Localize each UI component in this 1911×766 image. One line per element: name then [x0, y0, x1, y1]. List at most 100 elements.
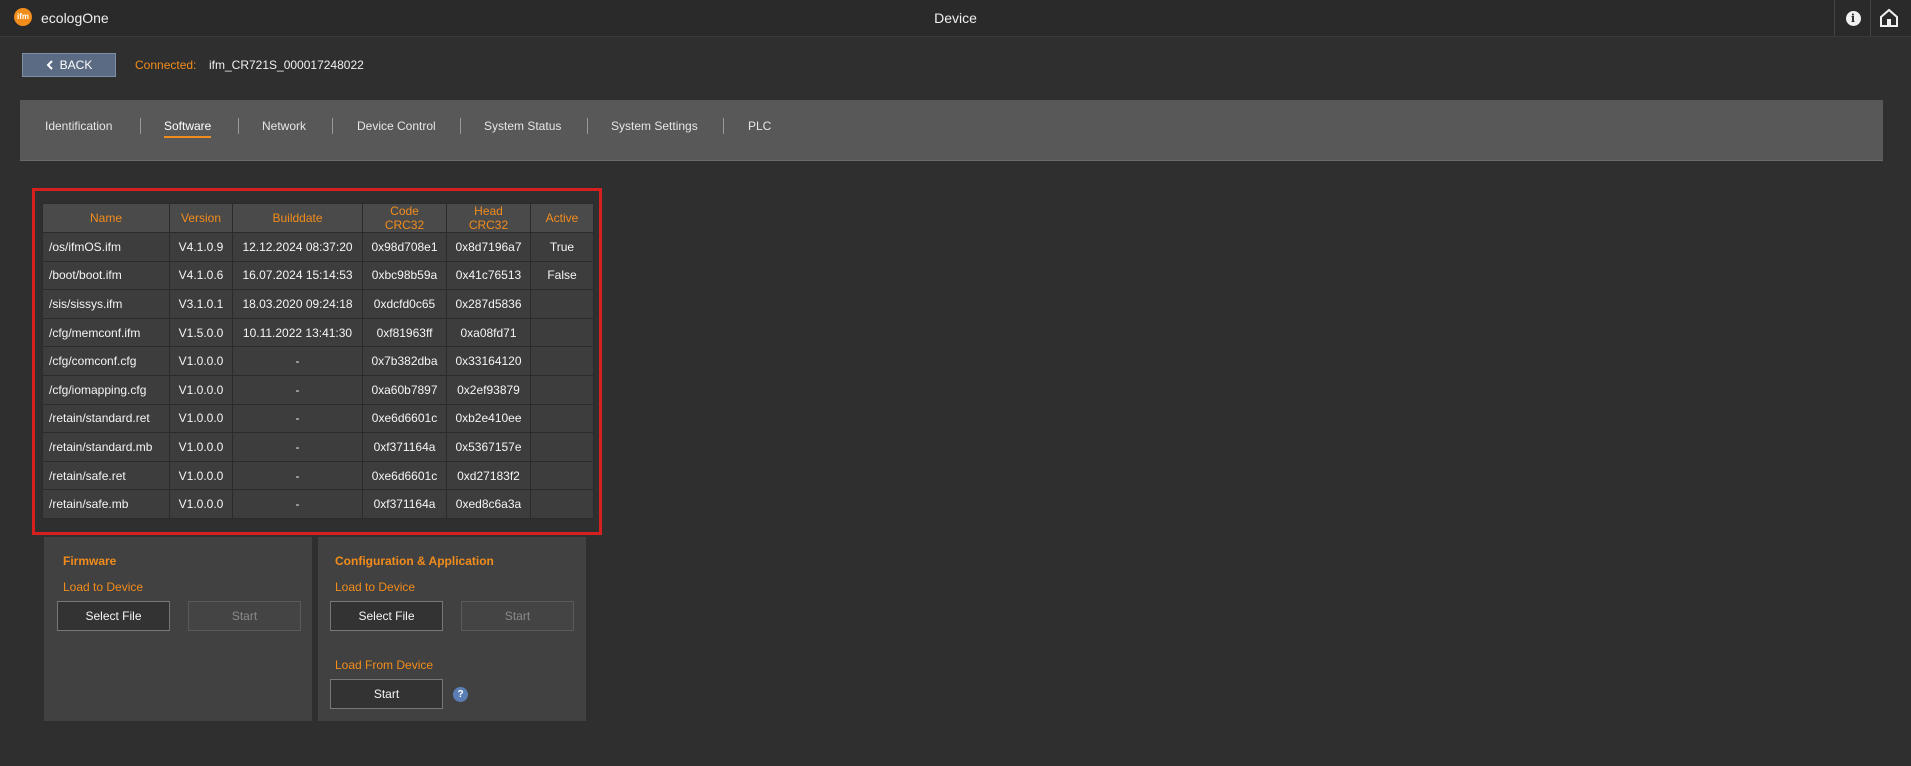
cell-head-crc32: 0xb2e410ee	[446, 403, 531, 434]
cell-active	[530, 403, 594, 434]
cell-builddate: 10.11.2022 13:41:30	[232, 317, 363, 348]
cell-name: /cfg/comconf.cfg	[42, 346, 170, 376]
firmware-select-file-button[interactable]: Select File	[57, 601, 170, 631]
table-row: /cfg/iomapping.cfg V1.0.0.0-0xa60b7897 0x2…	[42, 374, 594, 405]
cell-head-crc32: 0x5367157e	[446, 432, 531, 462]
config-application-title: Configuration & Application	[335, 554, 494, 568]
cell-code-crc32: 0xf81963ff	[362, 317, 447, 348]
config-start-button[interactable]: Start	[461, 601, 574, 631]
cell-name: /sis/sissys.ifm	[42, 289, 170, 319]
cell-active	[530, 374, 594, 405]
table-header-row: Name Version Builddate Code CRC32 Head C…	[42, 203, 594, 233]
cell-active	[530, 289, 594, 319]
cell-name: /cfg/iomapping.cfg	[42, 374, 170, 405]
table-row: /cfg/comconf.cfg V1.0.0.0-0x7b382dba 0x331…	[42, 346, 594, 376]
cell-version: V1.5.0.0	[169, 317, 233, 348]
window-title: Device	[934, 10, 977, 26]
back-button[interactable]: BACK	[22, 53, 116, 77]
cell-head-crc32: 0x8d7196a7	[446, 232, 531, 262]
column-header-code-crc32: Code CRC32	[362, 203, 447, 233]
cell-version: V1.0.0.0	[169, 346, 233, 376]
cell-name: /retain/safe.ret	[42, 460, 170, 491]
column-header-builddate: Builddate	[232, 203, 363, 233]
column-header-head-crc32: Head CRC32	[446, 203, 531, 233]
cell-code-crc32: 0xe6d6601c	[362, 403, 447, 434]
cell-head-crc32: 0x2ef93879	[446, 374, 531, 405]
cell-active: True	[530, 232, 594, 262]
firmware-load-to-device-label: Load to Device	[63, 580, 144, 594]
connected-device: ifm_CR721S_000017248022	[209, 58, 364, 72]
tab-separator	[238, 118, 239, 134]
cell-head-crc32: 0xd27183f2	[446, 460, 531, 491]
column-header-active: Active	[530, 203, 594, 233]
table-row: /retain/safe.mb V1.0.0.0-0xf371164a 0xed8c…	[42, 489, 594, 519]
connected-label: Connected:	[135, 58, 197, 72]
firmware-title: Firmware	[63, 554, 117, 568]
cell-builddate: -	[232, 374, 363, 405]
cell-name: /retain/standard.mb	[42, 432, 170, 462]
firmware-start-button[interactable]: Start	[188, 601, 301, 631]
load-from-device-label: Load From Device	[335, 658, 434, 672]
help-icon[interactable]: ?	[453, 687, 468, 702]
cell-head-crc32: 0x41c76513	[446, 260, 531, 291]
table-row: /os/ifmOS.ifm V4.1.0.9 12.12.2024 08:37:20…	[42, 232, 594, 262]
tab-separator	[723, 118, 724, 134]
table-row: /retain/safe.ret V1.0.0.0-0xe6d6601c 0xd27…	[42, 460, 594, 491]
cell-code-crc32: 0xe6d6601c	[362, 460, 447, 491]
cell-code-crc32: 0xbc98b59a	[362, 260, 447, 291]
config-application-panel: Configuration & Application Load to Devi…	[318, 537, 586, 721]
table-row: /retain/standard.mb V1.0.0.0-0xf371164a 0x…	[42, 432, 594, 462]
table-row: /sis/sissys.ifm V3.1.0.1 18.03.2020 09:24:…	[42, 289, 594, 319]
cell-version: V3.1.0.1	[169, 289, 233, 319]
cell-code-crc32: 0xdcfd0c65	[362, 289, 447, 319]
cell-version: V1.0.0.0	[169, 460, 233, 491]
cell-name: /os/ifmOS.ifm	[42, 232, 170, 262]
tab-separator	[460, 118, 461, 134]
cell-version: V1.0.0.0	[169, 374, 233, 405]
home-button[interactable]	[1870, 0, 1907, 36]
cell-head-crc32: 0xa08fd71	[446, 317, 531, 348]
tab-device-control[interactable]: Device Control	[357, 119, 436, 133]
table-row: /retain/standard.ret V1.0.0.0-0xe6d6601c 0…	[42, 403, 594, 434]
tab-system-status[interactable]: System Status	[484, 119, 561, 133]
cell-version: V4.1.0.6	[169, 260, 233, 291]
cell-builddate: -	[232, 403, 363, 434]
column-header-version: Version	[169, 203, 233, 233]
cell-code-crc32: 0xa60b7897	[362, 374, 447, 405]
cell-builddate: -	[232, 460, 363, 491]
cell-builddate: -	[232, 432, 363, 462]
top-bar: ifm ecologOne Device i	[0, 0, 1911, 37]
cell-version: V4.1.0.9	[169, 232, 233, 262]
config-load-to-device-label: Load to Device	[335, 580, 416, 594]
cell-active	[530, 346, 594, 376]
cell-name: /retain/safe.mb	[42, 489, 170, 519]
cell-active	[530, 432, 594, 462]
config-select-file-button[interactable]: Select File	[330, 601, 443, 631]
tab-system-settings[interactable]: System Settings	[611, 119, 698, 133]
tab-network[interactable]: Network	[262, 119, 306, 133]
cell-code-crc32: 0xf371164a	[362, 432, 447, 462]
cell-builddate: 18.03.2020 09:24:18	[232, 289, 363, 319]
load-from-device-start-button[interactable]: Start	[330, 679, 443, 709]
software-table: Name Version Builddate Code CRC32 Head C…	[42, 203, 594, 519]
tab-separator	[332, 118, 333, 134]
tab-separator	[140, 118, 141, 134]
cell-builddate: -	[232, 489, 363, 519]
info-button[interactable]: i	[1834, 0, 1871, 36]
column-header-name: Name	[42, 203, 170, 233]
tab-plc[interactable]: PLC	[748, 119, 771, 133]
table-row: /boot/boot.ifm V4.1.0.6 16.07.2024 15:14:5…	[42, 260, 594, 291]
tab-separator	[587, 118, 588, 134]
cell-version: V1.0.0.0	[169, 489, 233, 519]
cell-version: V1.0.0.0	[169, 432, 233, 462]
cell-builddate: 16.07.2024 15:14:53	[232, 260, 363, 291]
cell-name: /retain/standard.ret	[42, 403, 170, 434]
cell-code-crc32: 0x98d708e1	[362, 232, 447, 262]
tab-software[interactable]: Software	[164, 119, 212, 138]
info-icon: i	[1845, 10, 1861, 26]
cell-name: /cfg/memconf.ifm	[42, 317, 170, 348]
tab-identification[interactable]: Identification	[45, 119, 112, 133]
cell-name: /boot/boot.ifm	[42, 260, 170, 291]
cell-builddate: 12.12.2024 08:37:20	[232, 232, 363, 262]
cell-active	[530, 317, 594, 348]
